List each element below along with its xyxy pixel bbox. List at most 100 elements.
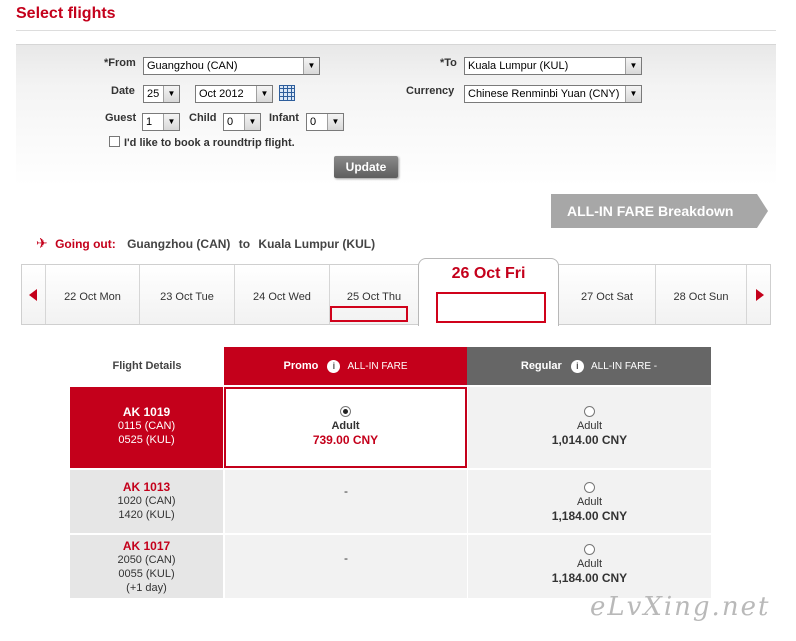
child-label: Child <box>189 112 217 124</box>
regular-header: Regular i ALL-IN FARE - <box>467 347 711 385</box>
guest-label: Guest <box>105 112 137 124</box>
chevron-down-icon: ▼ <box>163 114 179 130</box>
depart-time: 2050 (CAN) <box>117 554 176 566</box>
fare-price: 1,184.00 CNY <box>551 571 628 585</box>
flight-details-cell: AK 1017 2050 (CAN) 0055 (KUL) (+1 day) <box>70 535 223 598</box>
allin-tag: ALL-IN FARE <box>347 361 408 372</box>
flight-row: AK 1017 2050 (CAN) 0055 (KUL) (+1 day) -… <box>70 534 711 598</box>
flight-row: AK 1019 0115 (CAN) 0525 (KUL) Adult 739.… <box>70 386 711 468</box>
update-button[interactable]: Update <box>334 156 398 178</box>
info-icon[interactable]: i <box>570 359 584 373</box>
date-day-value: 25 <box>147 88 160 100</box>
chevron-down-icon: ▼ <box>244 114 260 130</box>
going-out-heading: ✈ Going out: Guangzhou (CAN) to Kuala Lu… <box>36 235 375 252</box>
info-icon[interactable]: i <box>327 359 341 373</box>
going-out-destination: Kuala Lumpur (KUL) <box>258 237 376 251</box>
promo-fare-cell: - <box>224 470 467 533</box>
going-out-origin: Guangzhou (CAN) <box>127 237 231 251</box>
fare-type: Adult <box>576 420 603 432</box>
plane-icon: ✈ <box>36 235 48 251</box>
guest-select[interactable]: 1 ▼ <box>142 113 180 131</box>
chevron-down-icon: ▼ <box>256 86 272 102</box>
guest-select-value: 1 <box>146 116 153 128</box>
roundtrip-label: I'd like to book a roundtrip flight. <box>124 137 295 149</box>
fare-type: Adult <box>331 420 360 432</box>
currency-select[interactable]: Chinese Renminbi Yuan (CNY) ▼ <box>464 85 642 103</box>
promo-fare-cell: - <box>224 535 467 598</box>
regular-header-label: Regular <box>520 360 562 372</box>
allin-fare-breakdown-button[interactable]: ALL-IN FARE Breakdown <box>551 194 768 228</box>
date-label: Date <box>111 85 135 97</box>
date-day-select[interactable]: 25 ▼ <box>143 85 180 103</box>
chevron-down-icon: ▼ <box>327 114 343 130</box>
chevron-down-icon: ▼ <box>625 58 641 74</box>
from-select[interactable]: Guangzhou (CAN) ▼ <box>143 57 320 75</box>
going-out-connector: to <box>238 237 251 251</box>
flight-details-header: Flight Details <box>112 360 182 372</box>
watermark: eLvXing.net <box>590 592 771 622</box>
roundtrip-checkbox[interactable] <box>109 136 120 147</box>
fare-type: Adult <box>576 558 603 570</box>
regular-fare-cell[interactable]: Adult 1,184.00 CNY <box>467 470 711 533</box>
currency-select-value: Chinese Renminbi Yuan (CNY) <box>468 88 620 100</box>
active-date-label: 26 Oct Fri <box>451 265 526 282</box>
from-select-value: Guangzhou (CAN) <box>147 60 238 72</box>
arrive-time: 0055 (KUL) <box>118 568 175 580</box>
highlight-box <box>436 292 546 323</box>
going-out-label: Going out: <box>55 237 116 251</box>
from-label: *From <box>104 57 136 69</box>
infant-select[interactable]: 0 ▼ <box>306 113 344 131</box>
flight-details-cell: AK 1013 1020 (CAN) 1420 (KUL) <box>70 470 223 533</box>
fare-price: 1,014.00 CNY <box>551 433 628 447</box>
prev-dates-button[interactable] <box>22 265 46 324</box>
date-tab[interactable]: 28 Oct Sun <box>656 265 746 324</box>
unavailable-dash: - <box>344 551 348 565</box>
flight-number: AK 1019 <box>122 405 171 419</box>
fare-price: 739.00 CNY <box>312 433 379 447</box>
title-divider <box>16 30 776 31</box>
date-tab[interactable]: 23 Oct Tue <box>140 265 235 324</box>
flight-details-cell: AK 1019 0115 (CAN) 0525 (KUL) <box>70 387 223 468</box>
date-tab[interactable]: 22 Oct Mon <box>46 265 140 324</box>
chevron-down-icon: ▼ <box>303 58 319 74</box>
infant-select-value: 0 <box>310 116 317 128</box>
date-month-value: Oct 2012 <box>199 88 244 100</box>
arrow-left-icon <box>29 289 37 301</box>
date-tab[interactable]: 24 Oct Wed <box>235 265 330 324</box>
currency-label: Currency <box>406 85 455 97</box>
regular-fare-radio[interactable] <box>584 482 595 493</box>
child-select-value: 0 <box>227 116 234 128</box>
calendar-icon[interactable] <box>279 85 295 101</box>
depart-time: 1020 (CAN) <box>117 495 176 507</box>
to-label: *To <box>440 57 457 69</box>
regular-fare-radio[interactable] <box>584 544 595 555</box>
arrow-right-icon <box>756 289 764 301</box>
flight-row: AK 1013 1020 (CAN) 1420 (KUL) - Adult 1,… <box>70 469 711 533</box>
unavailable-dash: - <box>344 484 348 498</box>
to-select-value: Kuala Lumpur (KUL) <box>468 60 569 72</box>
flight-number: AK 1017 <box>122 539 171 553</box>
arrive-time: 0525 (KUL) <box>118 434 175 446</box>
regular-fare-radio[interactable] <box>584 406 595 417</box>
next-day-note: (+1 day) <box>126 582 167 594</box>
date-month-select[interactable]: Oct 2012 ▼ <box>195 85 273 103</box>
chevron-down-icon: ▼ <box>625 86 641 102</box>
flight-number: AK 1013 <box>122 480 171 494</box>
promo-fare-radio[interactable] <box>340 406 351 417</box>
infant-label: Infant <box>269 112 299 124</box>
fare-type: Adult <box>576 496 603 508</box>
regular-fare-cell[interactable]: Adult 1,014.00 CNY <box>467 387 711 468</box>
depart-time: 0115 (CAN) <box>117 420 176 432</box>
promo-fare-cell[interactable]: Adult 739.00 CNY <box>224 387 467 468</box>
highlight-box <box>330 306 408 322</box>
promo-header: Promo i ALL-IN FARE <box>224 347 467 385</box>
allin-tag: ALL-IN FARE - <box>590 361 658 372</box>
child-select[interactable]: 0 ▼ <box>223 113 261 131</box>
next-dates-button[interactable] <box>746 265 770 324</box>
arrive-time: 1420 (KUL) <box>118 509 175 521</box>
to-select[interactable]: Kuala Lumpur (KUL) ▼ <box>464 57 642 75</box>
fare-price: 1,184.00 CNY <box>551 509 628 523</box>
regular-fare-cell[interactable]: Adult 1,184.00 CNY <box>467 535 711 598</box>
page-title: Select flights <box>16 5 116 22</box>
date-tab[interactable]: 27 Oct Sat <box>559 265 656 324</box>
